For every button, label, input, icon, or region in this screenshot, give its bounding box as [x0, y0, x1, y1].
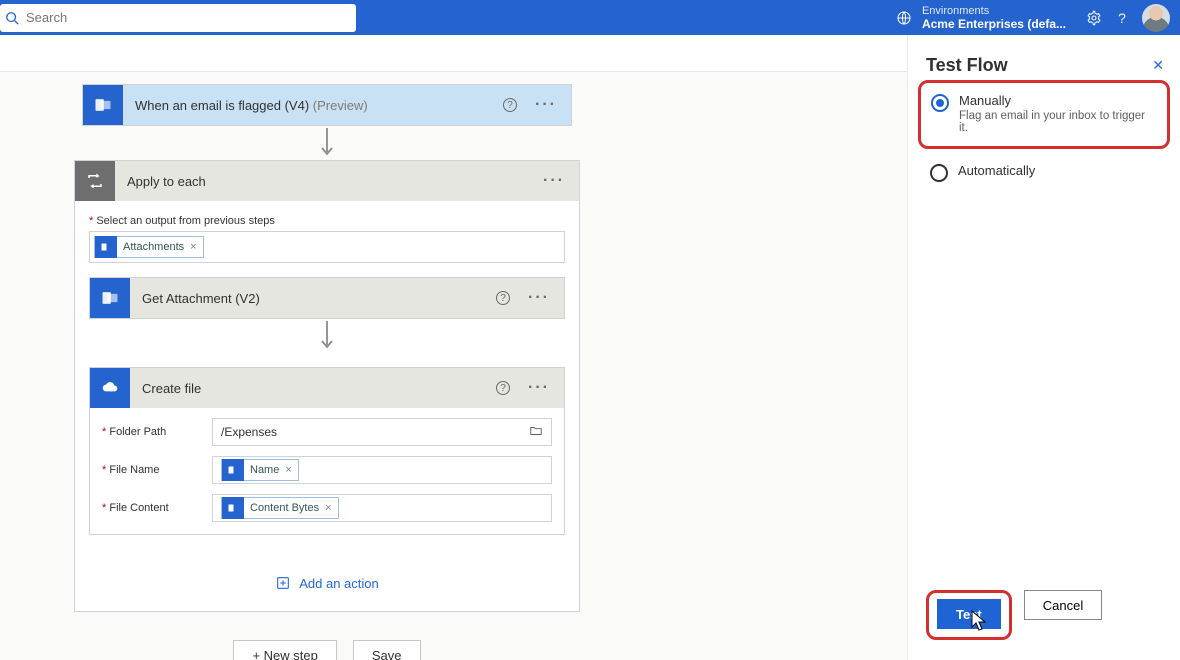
more-icon[interactable]: ··· [528, 379, 550, 397]
environment-icon [896, 10, 912, 26]
search-icon [0, 11, 24, 25]
test-button[interactable]: Test [937, 599, 1001, 629]
onedrive-icon [90, 368, 130, 408]
token-attachments[interactable]: Attachments × [94, 236, 204, 258]
outlook-icon [222, 497, 244, 519]
help-circle-icon[interactable]: ? [503, 98, 517, 112]
flow-connector [318, 126, 336, 160]
radio-auto-label: Automatically [958, 163, 1035, 178]
file-name-label: File Name [102, 464, 212, 476]
environment-label: Environments [922, 5, 1066, 18]
loop-icon [75, 161, 115, 201]
more-icon[interactable]: ··· [543, 172, 565, 190]
outlook-icon [222, 459, 244, 481]
more-icon[interactable]: ··· [528, 289, 550, 307]
folder-path-input[interactable]: /Expenses [212, 418, 552, 446]
apply-to-each-title: Apply to each [127, 174, 206, 189]
get-attachment-title: Get Attachment (V2) [142, 291, 260, 306]
search-input[interactable] [24, 4, 356, 32]
radio-icon [930, 164, 948, 182]
radio-icon [931, 94, 949, 112]
output-from-label: Select an output from previous steps [89, 215, 565, 227]
remove-token-icon[interactable]: × [325, 502, 331, 514]
apply-to-each-card[interactable]: Apply to each ··· Select an output from … [74, 160, 580, 612]
settings-icon[interactable] [1080, 10, 1108, 26]
radio-manually-label: Manually [959, 93, 1157, 108]
radio-manually-sub: Flag an email in your inbox to trigger i… [959, 110, 1157, 134]
environment-name: Acme Enterprises (defa... [922, 18, 1066, 31]
add-action-label: Add an action [299, 576, 379, 591]
trigger-preview: (Preview) [313, 98, 368, 113]
help-icon[interactable]: ? [1108, 10, 1136, 26]
outlook-icon [90, 278, 130, 318]
outlook-icon [95, 236, 117, 258]
add-action-button[interactable]: Add an action [89, 575, 565, 591]
folder-path-label: Folder Path [102, 426, 212, 438]
folder-path-value: /Expenses [221, 425, 277, 439]
remove-token-icon[interactable]: × [285, 464, 291, 476]
environment-picker[interactable]: Environments Acme Enterprises (defa... [896, 5, 1066, 31]
callout-highlight: Test [926, 590, 1012, 640]
create-file-card[interactable]: Create file ? ··· Folder Path /Expenses [89, 367, 565, 535]
remove-token-icon[interactable]: × [190, 241, 196, 253]
get-attachment-card[interactable]: Get Attachment (V2) ? ··· [89, 277, 565, 319]
new-step-button[interactable]: + New step [233, 640, 336, 660]
create-file-title: Create file [142, 381, 201, 396]
outlook-icon [83, 85, 123, 125]
search-box[interactable] [0, 4, 356, 32]
add-action-icon [275, 575, 291, 591]
file-name-input[interactable]: Name × [212, 456, 552, 484]
token-content-bytes[interactable]: Content Bytes × [221, 497, 339, 519]
test-flow-panel: ✕ Test Flow Manually Flag an email in yo… [908, 35, 1180, 660]
help-circle-icon[interactable]: ? [496, 291, 510, 305]
trigger-title: When an email is flagged (V4) [135, 98, 309, 113]
radio-automatically[interactable]: Automatically [926, 157, 1162, 188]
token-name[interactable]: Name × [221, 459, 299, 481]
file-content-input[interactable]: Content Bytes × [212, 494, 552, 522]
help-circle-icon[interactable]: ? [496, 381, 510, 395]
save-button[interactable]: Save [353, 640, 421, 660]
avatar[interactable] [1142, 4, 1170, 32]
more-icon[interactable]: ··· [535, 96, 557, 114]
callout-highlight: Manually Flag an email in your inbox to … [918, 80, 1170, 149]
trigger-card[interactable]: When an email is flagged (V4) (Preview) … [82, 84, 572, 126]
app-header: Environments Acme Enterprises (defa... ? [0, 0, 1180, 35]
cancel-button[interactable]: Cancel [1024, 590, 1102, 620]
folder-picker-icon[interactable] [529, 424, 543, 441]
flow-connector [89, 319, 565, 353]
output-from-input[interactable]: Attachments × [89, 231, 565, 263]
panel-title: Test Flow [926, 55, 1162, 76]
close-panel-icon[interactable]: ✕ [1152, 57, 1164, 74]
radio-manually[interactable]: Manually Flag an email in your inbox to … [927, 87, 1161, 140]
file-content-label: File Content [102, 502, 212, 514]
